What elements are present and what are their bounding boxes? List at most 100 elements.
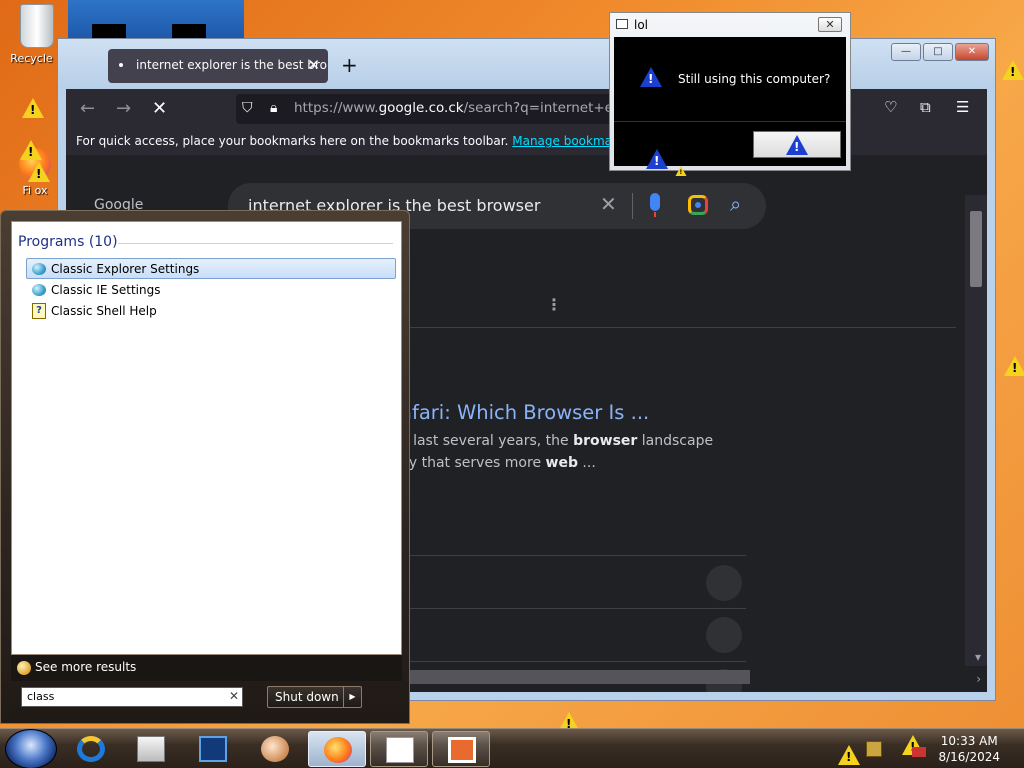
scroll-right-arrow-icon[interactable]: › xyxy=(976,672,981,686)
warning-icon xyxy=(20,140,42,160)
clock-date: 8/16/2024 xyxy=(938,750,1000,764)
firefox-icon xyxy=(324,737,352,763)
result-label: Classic Shell Help xyxy=(51,304,157,318)
recycle-bin-label: Recycle B xyxy=(10,52,64,65)
tab-title: internet explorer is the best bro xyxy=(136,58,327,72)
programs-heading[interactable]: Programs (10) xyxy=(18,234,118,250)
search-results-panel: Programs (10) Classic Explorer Settings … xyxy=(11,221,402,655)
taskbar-app[interactable] xyxy=(246,731,304,767)
taskbar-media-player[interactable] xyxy=(184,731,242,767)
extensions-icon[interactable]: ⧉ xyxy=(920,98,931,116)
close-window-button[interactable]: ✕ xyxy=(955,43,989,61)
media-player-icon xyxy=(199,736,227,762)
maximize-button[interactable]: □ xyxy=(923,43,953,61)
lol-dialog: lol ✕ Still using this computer? xyxy=(609,12,851,176)
minimize-button[interactable]: — xyxy=(891,43,921,61)
scroll-down-arrow-icon[interactable]: ▾ xyxy=(975,650,981,664)
dialog-title: lol xyxy=(634,18,649,32)
forward-arrow-icon[interactable]: → xyxy=(116,98,131,119)
scrollbar-thumb[interactable] xyxy=(970,211,982,287)
new-tab-button[interactable]: + xyxy=(341,53,358,77)
url-domain: google.co.ck xyxy=(378,100,464,116)
firefox-desktop-label: Fi ox xyxy=(22,184,48,197)
expand-question-icon[interactable] xyxy=(706,617,742,653)
dialog-divider xyxy=(614,121,846,122)
url-path: /search?q=internet+explor xyxy=(463,100,626,116)
microphone-icon[interactable] xyxy=(650,193,660,217)
expand-question-icon[interactable] xyxy=(706,565,742,601)
pocket-icon[interactable]: ♡ xyxy=(884,98,897,116)
vertical-scrollbar[interactable] xyxy=(965,195,987,666)
title-bar: internet explorer is the best bro ✕ + — … xyxy=(58,39,995,89)
tray-flag-icon[interactable] xyxy=(912,747,926,757)
close-tab-icon[interactable]: ✕ xyxy=(307,56,320,74)
url-bar[interactable]: ⛉ 🔒︎ https://www.google.co.ck/search?q=i… xyxy=(236,94,626,124)
result-label: Classic Explorer Settings xyxy=(51,262,200,276)
dialog-message: Still using this computer? xyxy=(678,72,831,86)
result-title-link[interactable]: afari: Which Browser Is ... xyxy=(400,401,649,424)
tab-google-search[interactable]: internet explorer is the best bro ✕ xyxy=(108,49,328,83)
system-clock[interactable]: 10:33 AM 8/16/2024 xyxy=(938,733,1000,765)
app-icon xyxy=(261,736,289,762)
taskbar: 10:33 AM 8/16/2024 xyxy=(0,728,1024,768)
divider xyxy=(400,555,746,556)
result-label: Classic IE Settings xyxy=(51,283,161,297)
dialog-app-icon xyxy=(448,737,476,763)
help-file-icon: ? xyxy=(32,303,46,319)
see-more-results[interactable]: See more results xyxy=(11,655,402,681)
menu-hamburger-icon[interactable]: ☰ xyxy=(956,98,969,116)
url-prefix: https://www. xyxy=(294,100,379,116)
start-search-input[interactable]: class ✕ xyxy=(21,687,243,707)
search-input-value: class xyxy=(27,690,55,703)
dialog-app-icon xyxy=(616,19,628,29)
recycle-bin-icon xyxy=(20,4,54,48)
warning-icon xyxy=(640,67,662,87)
dialog-ok-button[interactable] xyxy=(753,131,841,158)
shutdown-label: Shut down xyxy=(275,690,339,704)
horizontal-scrollbar[interactable] xyxy=(386,670,750,684)
dialog-body: Still using this computer? xyxy=(614,37,846,176)
warning-icon xyxy=(28,162,50,182)
warning-icon xyxy=(22,98,44,118)
result-snippet-line: e last several years, the browser landsc… xyxy=(400,433,713,449)
divider xyxy=(400,608,746,609)
result-classic-shell-help[interactable]: ? Classic Shell Help xyxy=(26,300,396,321)
taskbar-archive[interactable] xyxy=(122,731,180,767)
warning-icon xyxy=(675,166,687,176)
archive-icon xyxy=(137,736,165,762)
shutdown-button[interactable]: Shut down ▶ xyxy=(267,686,362,708)
back-arrow-icon[interactable]: ← xyxy=(80,98,95,119)
google-lens-icon[interactable] xyxy=(688,195,708,215)
snippet-bold: web xyxy=(545,455,578,471)
clear-search-icon[interactable]: ✕ xyxy=(600,192,617,216)
result-snippet-line: ny that serves more web ... xyxy=(400,455,596,471)
dialog-close-button[interactable]: ✕ xyxy=(818,17,842,32)
search-divider xyxy=(632,193,633,219)
result-classic-ie-settings[interactable]: Classic IE Settings xyxy=(26,279,396,300)
search-more-icon xyxy=(17,661,31,675)
warning-icon xyxy=(1002,60,1024,80)
warning-icon xyxy=(1004,356,1024,376)
snippet-text: ny that serves more xyxy=(400,455,546,471)
warning-icon xyxy=(786,135,808,155)
taskbar-internet-explorer[interactable] xyxy=(62,731,120,767)
taskbar-lol-dialog[interactable] xyxy=(432,731,490,767)
tray-network-icon[interactable] xyxy=(866,741,882,757)
snippet-text: landscape xyxy=(637,433,714,449)
search-icon[interactable]: ⌕ xyxy=(730,192,741,216)
start-button[interactable] xyxy=(5,729,57,768)
bookmarks-hint: For quick access, place your bookmarks h… xyxy=(76,134,509,148)
lock-icon[interactable]: 🔒︎ xyxy=(270,100,277,116)
heading-divider xyxy=(118,243,393,244)
clear-search-icon[interactable]: ✕ xyxy=(229,689,239,703)
result-classic-explorer-settings[interactable]: Classic Explorer Settings xyxy=(26,258,396,279)
shutdown-options-arrow-icon[interactable]: ▶ xyxy=(343,687,361,707)
document-icon xyxy=(386,737,414,763)
snippet-text: e last several years, the xyxy=(400,433,574,449)
shield-icon[interactable]: ⛉ xyxy=(242,100,253,116)
warning-icon[interactable] xyxy=(838,745,860,765)
stop-loading-icon[interactable]: ✕ xyxy=(152,98,167,119)
taskbar-firefox[interactable] xyxy=(308,731,366,767)
more-options-icon[interactable]: ⋮ xyxy=(546,295,562,314)
taskbar-document[interactable] xyxy=(370,731,428,767)
